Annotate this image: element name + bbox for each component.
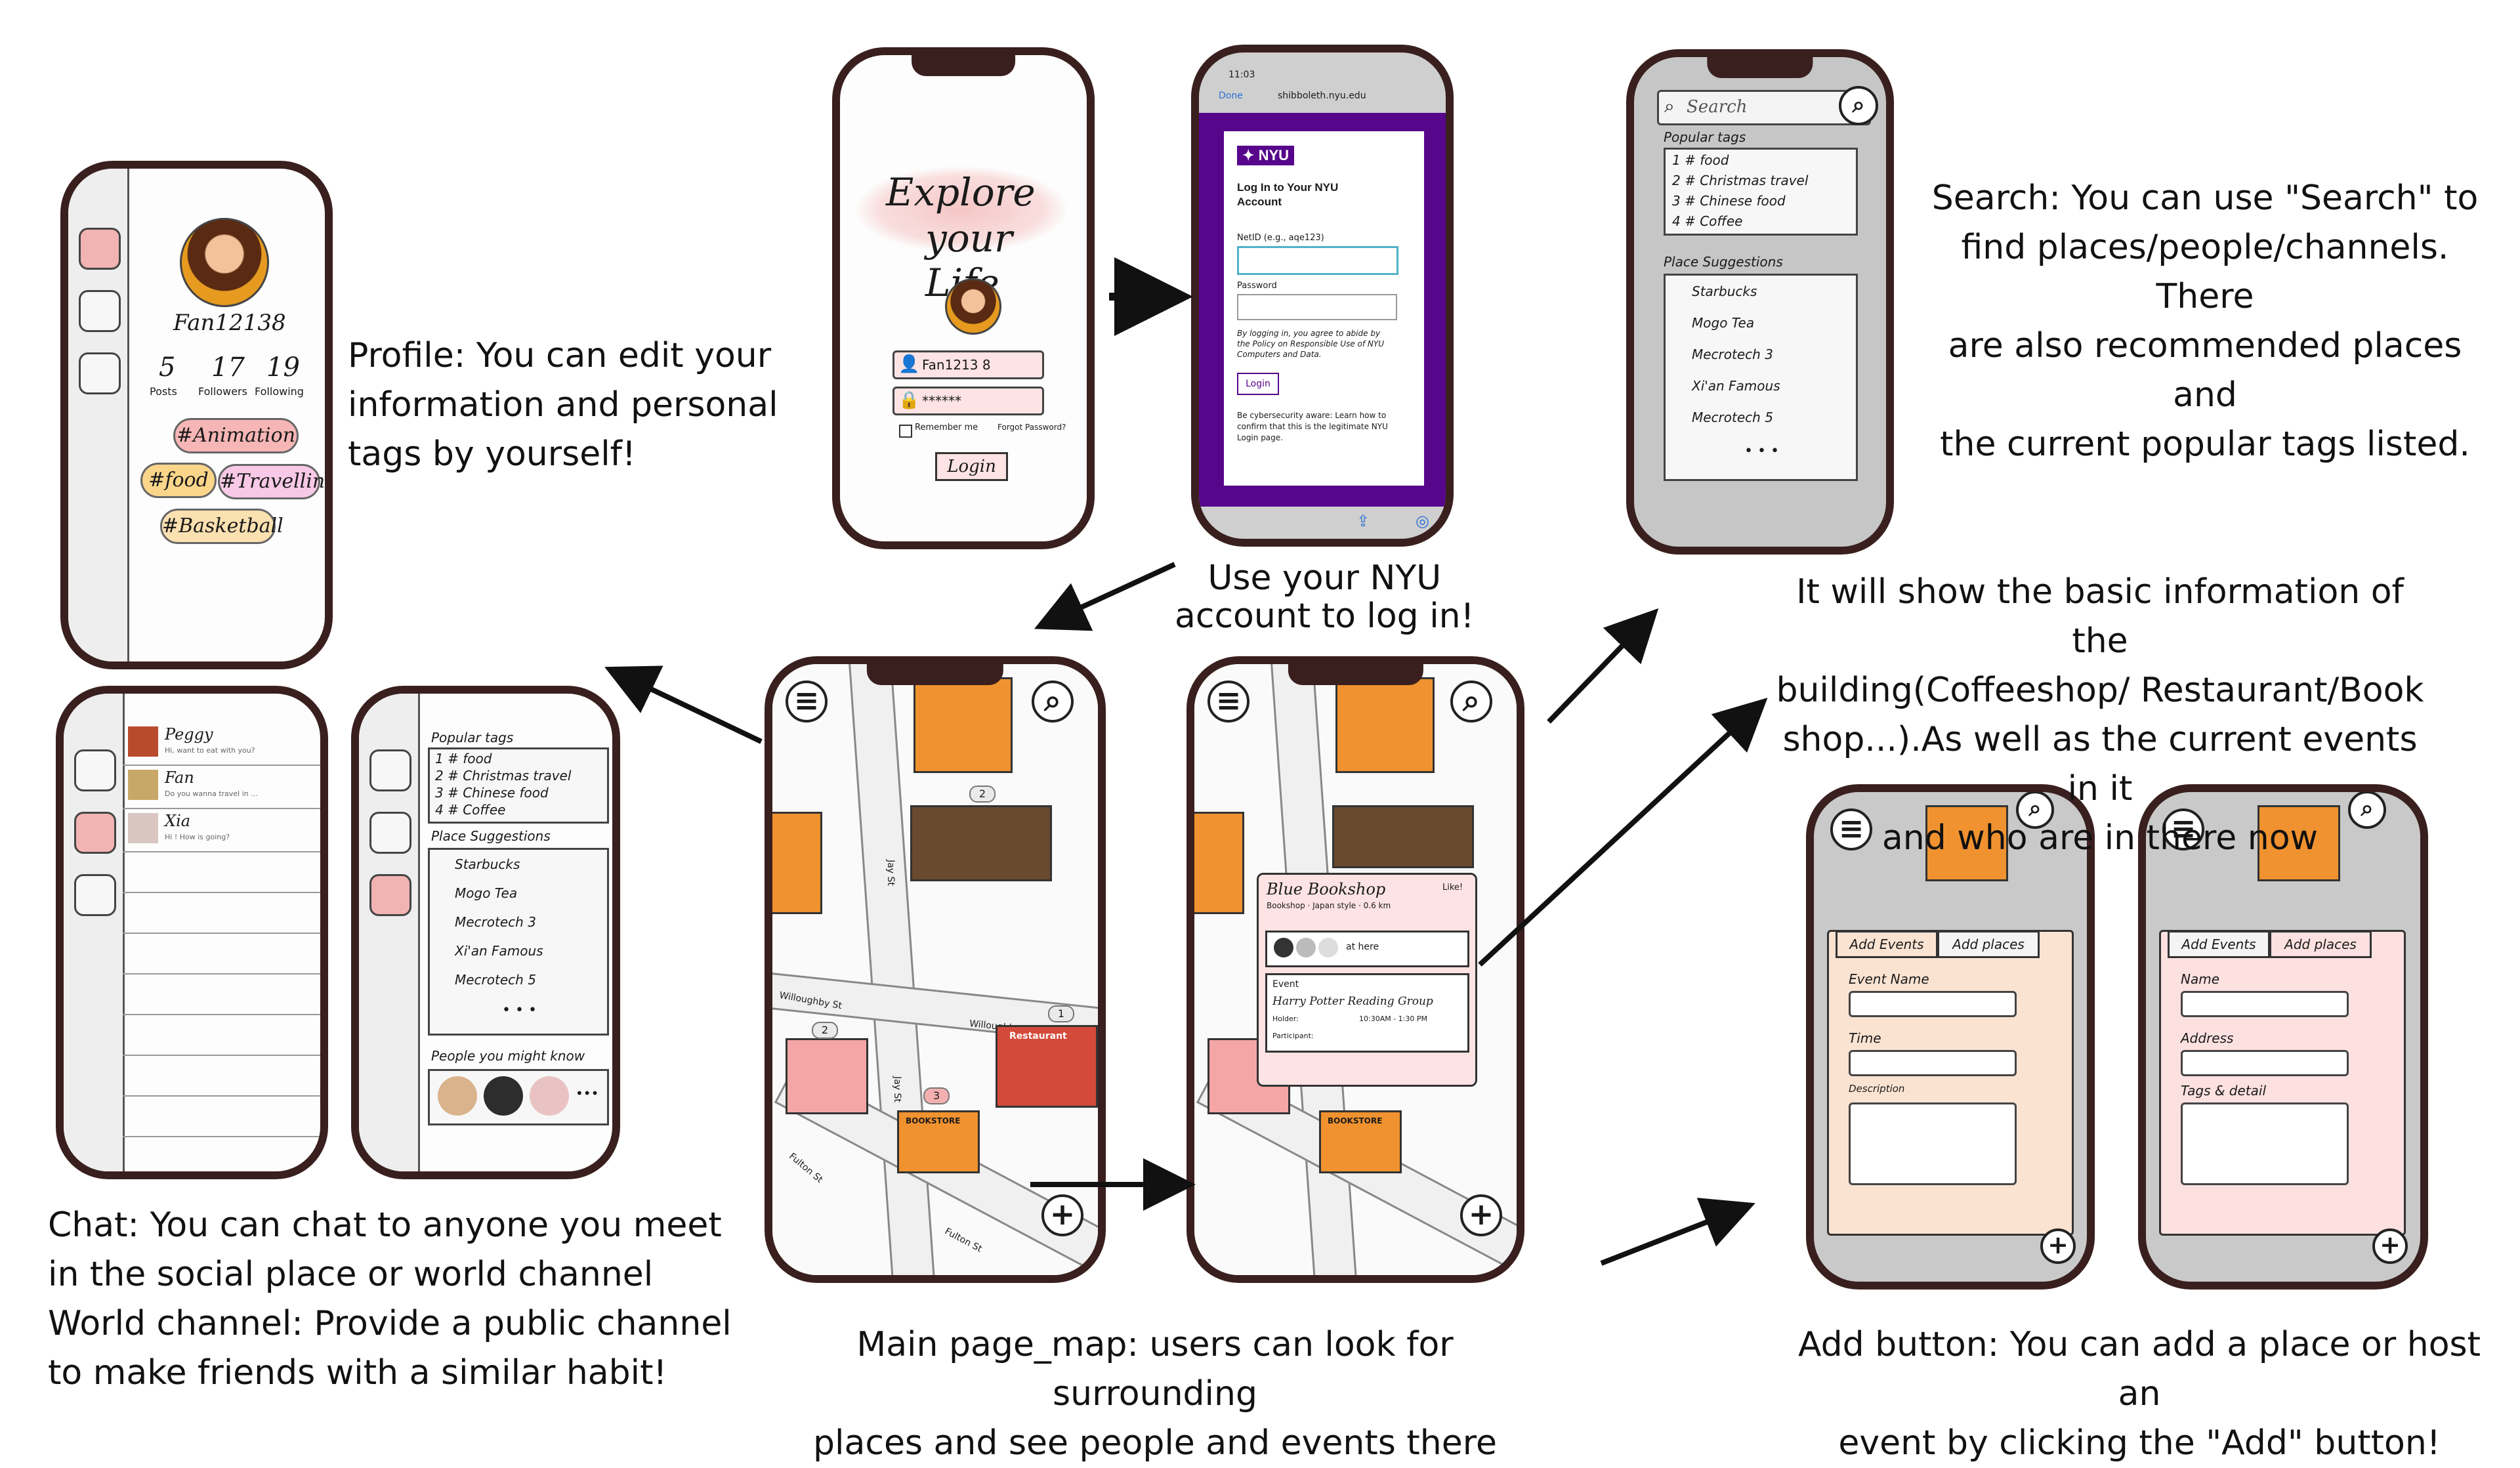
arrow-search-to-searchscreen [1547, 608, 1659, 724]
arrow-popup-to-info [1478, 698, 1768, 967]
arrow-nyu-to-map [1034, 562, 1176, 631]
phone-notch [912, 55, 1015, 76]
caption-line: event by clicking the "Add" button! [1838, 1423, 2441, 1463]
caption-line: building(Coffeeshop/ Restaurant/Book [1776, 671, 2424, 710]
caption-line: Chat: You can chat to anyone you meet [48, 1206, 722, 1245]
caption-line: places and see people and events there [813, 1423, 1497, 1463]
caption-add: Add button: You can add a place or host … [1785, 1320, 2494, 1468]
phone-notch [1288, 664, 1423, 685]
caption-line: information and personal [348, 385, 778, 425]
caption-line: shop...).As well as the current events i… [1782, 720, 2418, 808]
caption-line: account to log in! [1175, 597, 1475, 636]
caption-profile: Profile: You can edit your information a… [348, 331, 778, 479]
phone-notch [866, 664, 1004, 685]
caption-line: and who are in there now [1881, 818, 2319, 858]
caption-line: to make friends with a similar habit! [48, 1353, 667, 1393]
caption-line: Profile: You can edit your [348, 336, 772, 375]
arrow-add-to-forms [1600, 1198, 1755, 1266]
phone-notch [1707, 57, 1813, 78]
caption-building-info: It will show the basic information of th… [1772, 568, 2428, 863]
caption-search: Search: You can use "Search" to find pla… [1916, 174, 2494, 469]
caption-line: are also recommended places and [1948, 326, 2462, 415]
caption-line: Main page_map: users can look for surrou… [856, 1325, 1454, 1414]
caption-line: find places/people/channels. There [1961, 228, 2449, 316]
caption-chat: Chat: You can chat to anyone you meet in… [48, 1201, 732, 1398]
arrow-map-to-profile [604, 665, 763, 744]
caption-main: Main page_map: users can look for surrou… [761, 1320, 1549, 1468]
caption-line: the current popular tags listed. [1940, 425, 2470, 464]
caption-line: Search: You can use "Search" to [1931, 178, 2479, 218]
caption-line: It will show the basic information of th… [1796, 572, 2404, 661]
caption-line: tags by yourself! [348, 434, 636, 474]
caption-login: Use your NYU account to log in! [1175, 559, 1474, 635]
caption-line: Use your NYU [1208, 558, 1442, 598]
caption-line: Add button: You can add a place or host … [1797, 1325, 2481, 1414]
caption-line: in the social place or world channel [48, 1255, 654, 1294]
caption-line: World channel: Provide a public channel [48, 1304, 732, 1343]
